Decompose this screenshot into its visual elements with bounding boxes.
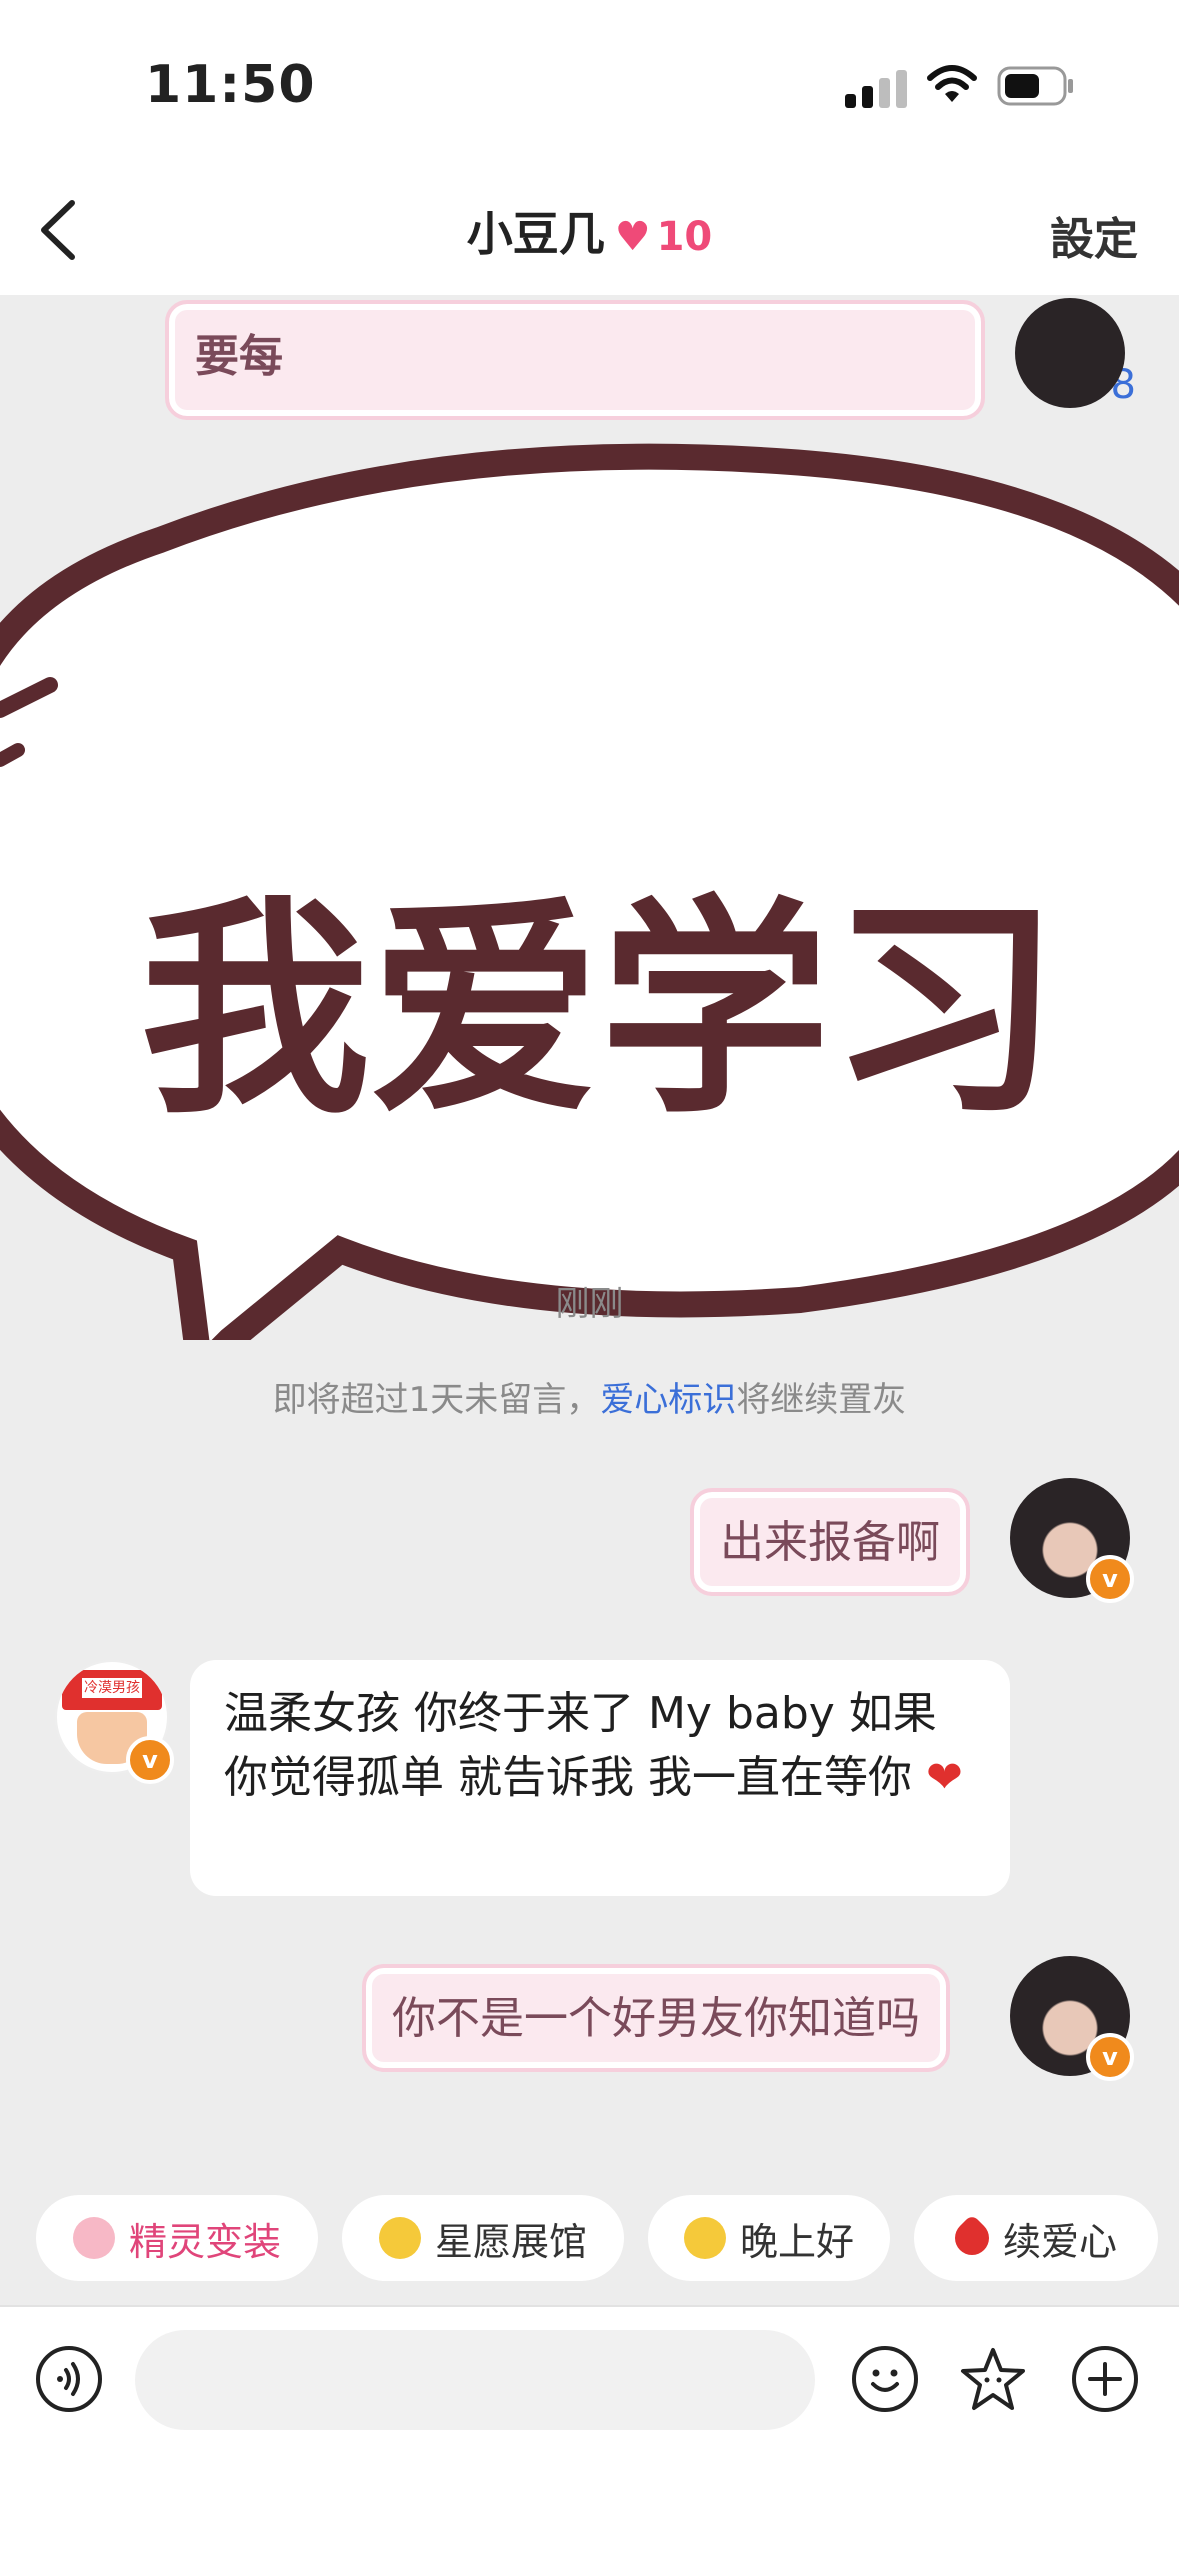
verified-badge: v [1086, 2033, 1134, 2081]
star-icon [378, 2217, 421, 2259]
heart-count: 10 [656, 214, 713, 260]
wifi-icon [925, 62, 979, 106]
star-face-icon [961, 2348, 1025, 2410]
battery-icon [997, 66, 1075, 106]
chip-label: 续爱心 [1002, 2219, 1117, 2264]
chip-wish-gallery[interactable]: 星愿展馆 [342, 2195, 624, 2281]
chip-label: 精灵变装 [128, 2219, 281, 2264]
message-outgoing[interactable]: 出来报备啊 [690, 1488, 970, 1596]
signal-icon [845, 68, 907, 108]
heart-mark-link[interactable]: 爱心标识 [600, 1380, 736, 1420]
message-text: 温柔女孩 你终于来了 My baby 如果你觉得孤单 就告诉我 我一直在等你 [224, 1688, 937, 1803]
emoji-button[interactable] [852, 2346, 918, 2412]
message-text: 出来报备啊 [720, 1517, 940, 1568]
heart-icon [947, 2213, 997, 2263]
love-study-sticker[interactable]: 我爱学习 [0, 290, 1179, 1340]
message-incoming[interactable]: 温柔女孩 你终于来了 My baby 如果你觉得孤单 就告诉我 我一直在等你 ❤ [190, 1660, 1010, 1896]
add-button[interactable] [1072, 2346, 1138, 2412]
voice-button[interactable] [36, 2346, 102, 2412]
heart-emoji: ❤ [925, 1752, 963, 1803]
chip-label: 星愿展馆 [434, 2219, 587, 2264]
chat-title: 小豆几 ♥ 10 [0, 198, 1179, 264]
plus-icon [1088, 2362, 1122, 2396]
chip-label: 晚上好 [739, 2219, 854, 2264]
contact-name: 小豆几 [466, 207, 605, 261]
chip-costume[interactable]: 精灵变装 [36, 2195, 318, 2281]
chip-good-evening[interactable]: 晚上好 [648, 2195, 890, 2281]
verified-badge: v [126, 1736, 174, 1784]
message-outgoing[interactable]: 你不是一个好男友你知道吗 [362, 1964, 950, 2072]
timestamp: 刚刚 [555, 1284, 624, 1324]
message-input[interactable] [135, 2330, 815, 2430]
smiley-icon [871, 2369, 899, 2392]
quick-chips: 精灵变装 星愿展馆 晚上好 续爱心 [0, 2195, 1179, 2285]
settings-button[interactable]: 設定 [1050, 203, 1138, 267]
sticker-button[interactable] [957, 2344, 1029, 2416]
costume-icon [72, 2217, 115, 2259]
heart-notice: 即将超过1天未留言，爱心标识将继续置灰 [0, 1372, 1179, 1421]
contact-avatar-label: 冷漠男孩 [82, 1678, 142, 1698]
smiling-star-icon [683, 2217, 726, 2259]
notice-suffix: 将继续置灰 [736, 1380, 907, 1420]
sticker-text: 我爱学习 [140, 878, 1060, 1145]
message-text: 你不是一个好男友你知道吗 [392, 1993, 920, 2044]
status-time: 11:50 [145, 55, 316, 115]
notice-prefix: 即将超过1天未留言， [272, 1380, 601, 1420]
heart-icon: ♥ [614, 214, 651, 260]
chip-renew-heart[interactable]: 续爱心 [914, 2195, 1158, 2281]
voice-icon [57, 2362, 80, 2396]
verified-badge: v [1086, 1555, 1134, 1603]
